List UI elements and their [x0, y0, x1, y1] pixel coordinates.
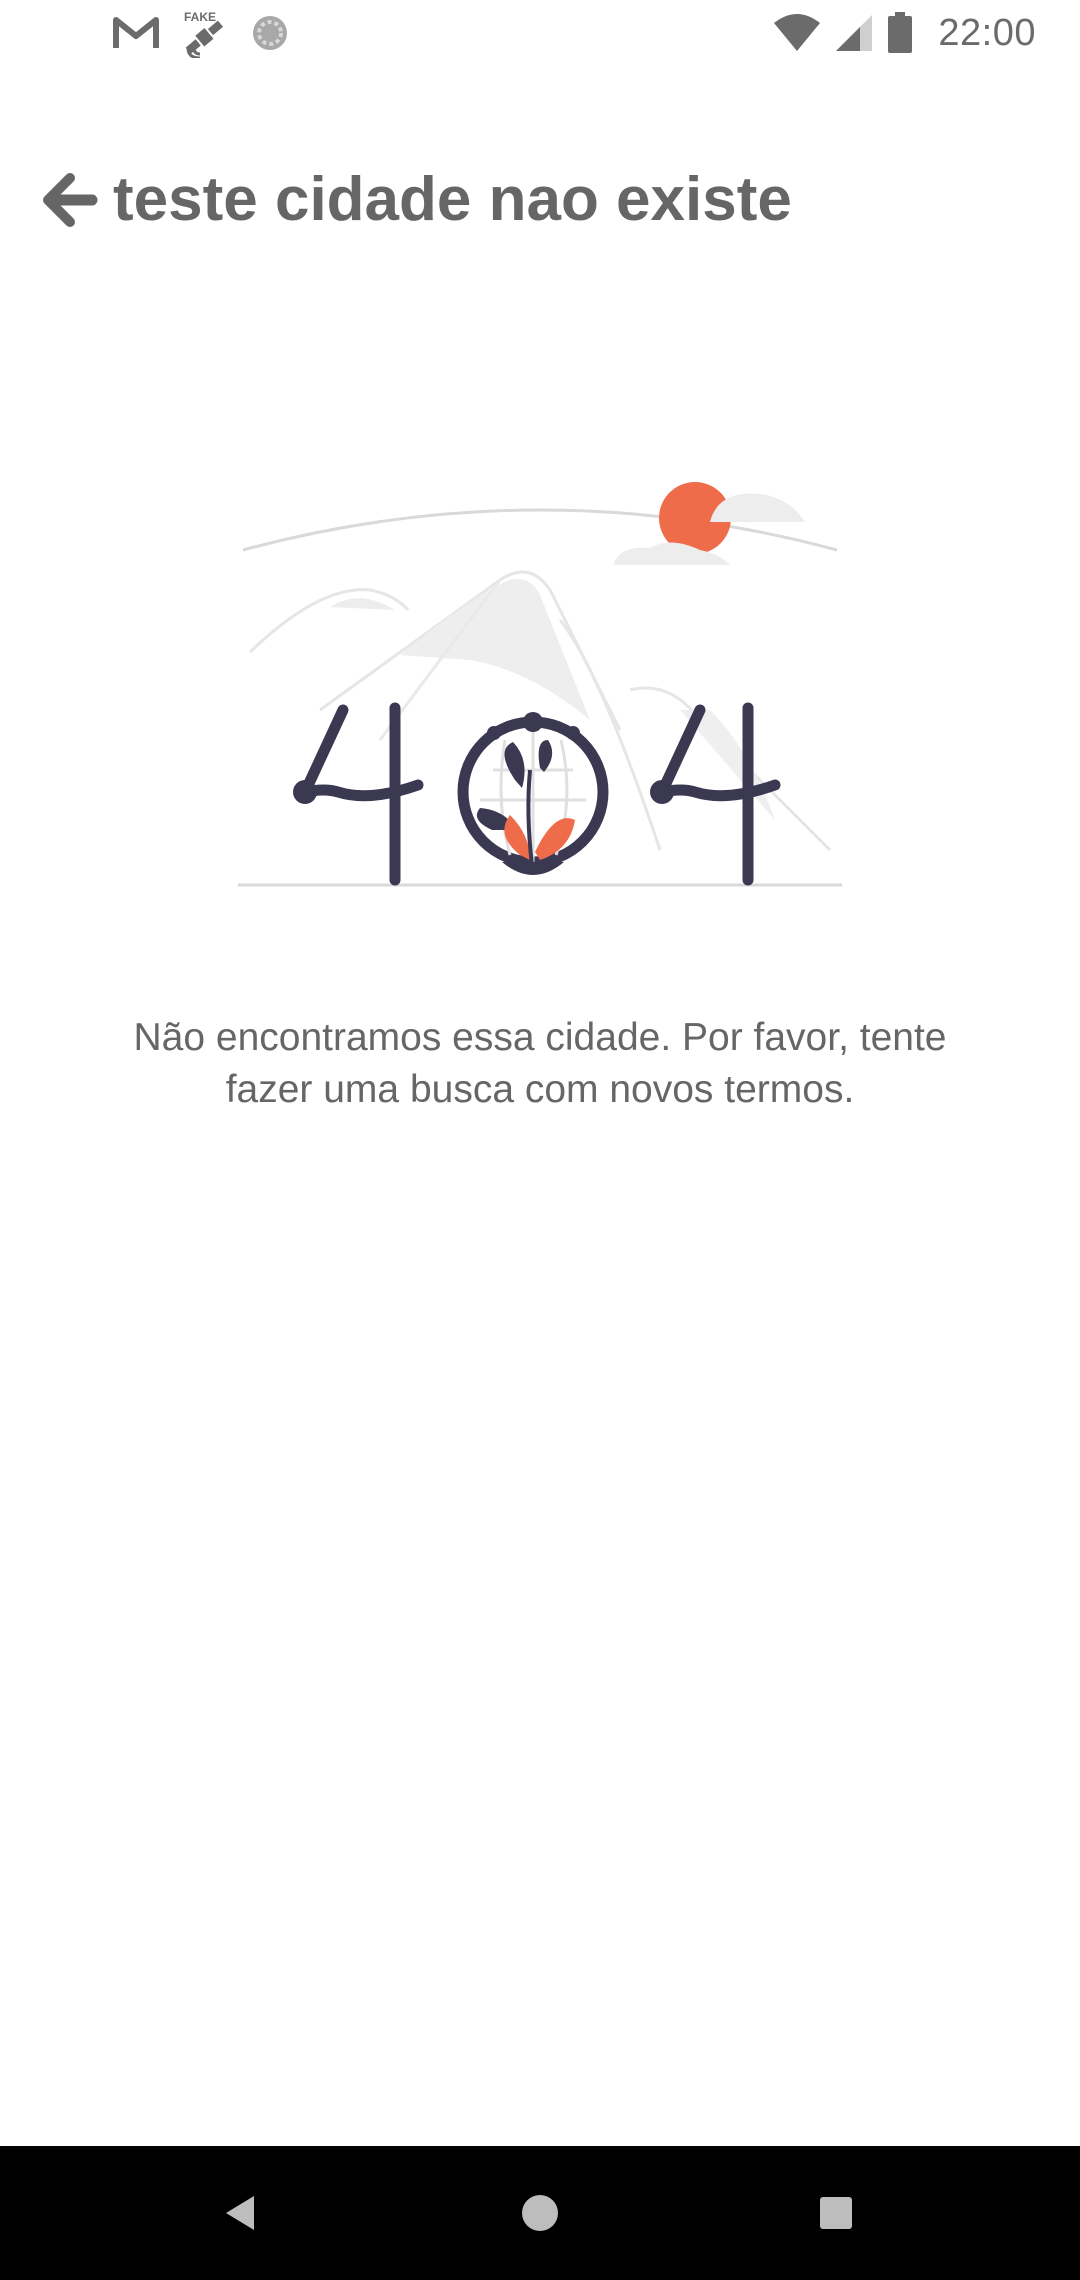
gmail-icon: [113, 17, 159, 48]
clock: 22:00: [938, 11, 1036, 54]
nav-home-button[interactable]: [505, 2178, 575, 2248]
recents-icon: [820, 2197, 852, 2229]
system-icons: 22:00: [772, 10, 1036, 56]
wifi-icon: [774, 14, 821, 51]
screen: FAKE 22:00 teste cidade nao existe Não e…: [0, 0, 1080, 2280]
notification-icons: FAKE: [112, 10, 290, 58]
not-found-illustration: [238, 482, 842, 887]
status-bar: FAKE 22:00: [0, 0, 1080, 66]
home-icon: [522, 2195, 558, 2231]
fake-gps-icon: FAKE: [184, 10, 224, 58]
signal-icon: [836, 15, 873, 51]
back-button[interactable]: [40, 170, 100, 230]
not-found-message: Não encontramos essa cidade. Por favor, …: [60, 1012, 1020, 1116]
message-line-2: fazer uma busca com novos termos.: [225, 1068, 855, 1111]
digit-four-left: [299, 702, 424, 886]
page-title: teste cidade nao existe: [113, 165, 792, 234]
system-navigation-bar: [0, 2146, 1080, 2280]
digit-zero: [457, 712, 609, 875]
nav-recents-button[interactable]: [801, 2178, 871, 2248]
svg-text:FAKE: FAKE: [184, 10, 216, 24]
nav-back-button[interactable]: [208, 2178, 278, 2248]
battery-icon: [888, 12, 913, 53]
app-bar: teste cidade nao existe: [0, 140, 1080, 260]
arrow-left-icon: [43, 173, 98, 227]
message-line-1: Não encontramos essa cidade. Por favor, …: [133, 1016, 947, 1059]
back-icon: [226, 2196, 254, 2230]
sync-icon: [253, 16, 287, 50]
